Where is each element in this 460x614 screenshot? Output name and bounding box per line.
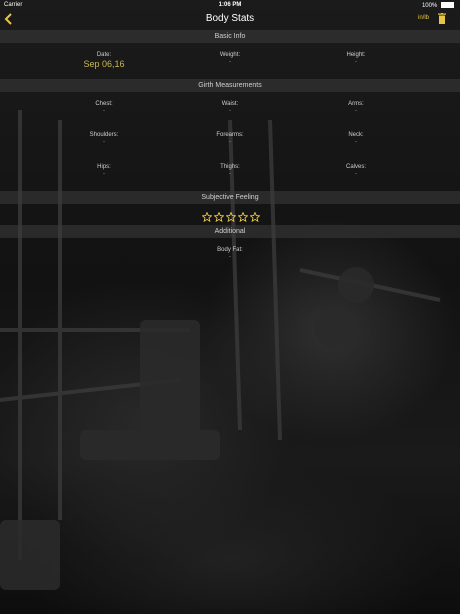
forearms-value: - (229, 139, 231, 145)
waist-field[interactable]: Waist: - (170, 101, 290, 114)
battery-indicator: 100% (422, 2, 454, 9)
star-icon[interactable] (214, 212, 224, 222)
shoulders-label: Shoulders: (89, 132, 119, 138)
arms-value: - (355, 108, 357, 114)
section-header-basic-info: Basic Info (0, 30, 460, 43)
weight-label: Weight: (219, 52, 241, 58)
forearms-label: Forearms: (216, 132, 244, 138)
hips-label: Hips: (97, 164, 111, 170)
body-fat-value: - (229, 254, 231, 260)
shoulders-field[interactable]: Shoulders: - (44, 132, 164, 145)
date-field[interactable]: Date: Sep 06,16 (44, 52, 164, 69)
calves-field[interactable]: Calves: - (296, 164, 416, 177)
trash-icon[interactable] (438, 13, 446, 24)
body-fat-field[interactable]: Body Fat: - (170, 247, 290, 260)
shoulders-value: - (103, 139, 105, 145)
neck-label: Neck: (348, 132, 364, 138)
date-value: Sep 06,16 (83, 59, 125, 69)
chest-label: Chest: (95, 101, 113, 107)
neck-field[interactable]: Neck: - (296, 132, 416, 145)
star-icon[interactable] (238, 212, 248, 222)
forearms-field[interactable]: Forearms: - (170, 132, 290, 145)
date-label: Date: (96, 52, 112, 58)
battery-percent: 100% (421, 3, 438, 9)
page-title: Body Stats (205, 13, 255, 24)
chest-value: - (103, 108, 105, 114)
calves-value: - (355, 171, 357, 177)
height-label: Height: (346, 52, 366, 58)
status-time: 1:06 PM (218, 2, 242, 8)
chest-field[interactable]: Chest: - (44, 101, 164, 114)
weight-field[interactable]: Weight: - (170, 52, 290, 65)
rating-stars (202, 209, 262, 222)
navigation-bar: Body Stats in/lb (0, 10, 460, 28)
neck-value: - (355, 139, 357, 145)
thighs-label: Thighs: (220, 164, 240, 170)
thighs-value: - (229, 171, 231, 177)
height-value: - (355, 59, 357, 65)
battery-icon (441, 2, 454, 8)
waist-label: Waist: (221, 101, 239, 107)
hips-value: - (103, 171, 105, 177)
star-icon[interactable] (202, 212, 212, 222)
hips-field[interactable]: Hips: - (44, 164, 164, 177)
weight-value: - (229, 59, 231, 65)
arms-field[interactable]: Arms: - (296, 101, 416, 114)
status-bar: Carrier 1:06 PM 100% (0, 0, 460, 10)
section-header-girth: Girth Measurements (0, 79, 460, 92)
body-fat-label: Body Fat: (217, 247, 243, 253)
star-icon[interactable] (250, 212, 260, 222)
section-header-additional: Additional (0, 225, 460, 238)
waist-value: - (229, 108, 231, 114)
star-icon[interactable] (226, 212, 236, 222)
unit-toggle-button[interactable]: in/lb (418, 15, 429, 21)
thighs-field[interactable]: Thighs: - (170, 164, 290, 177)
calves-label: Calves: (345, 164, 366, 170)
arms-label: Arms: (348, 101, 364, 107)
height-field[interactable]: Height: - (296, 52, 416, 65)
section-header-subjective: Subjective Feeling (0, 191, 460, 204)
